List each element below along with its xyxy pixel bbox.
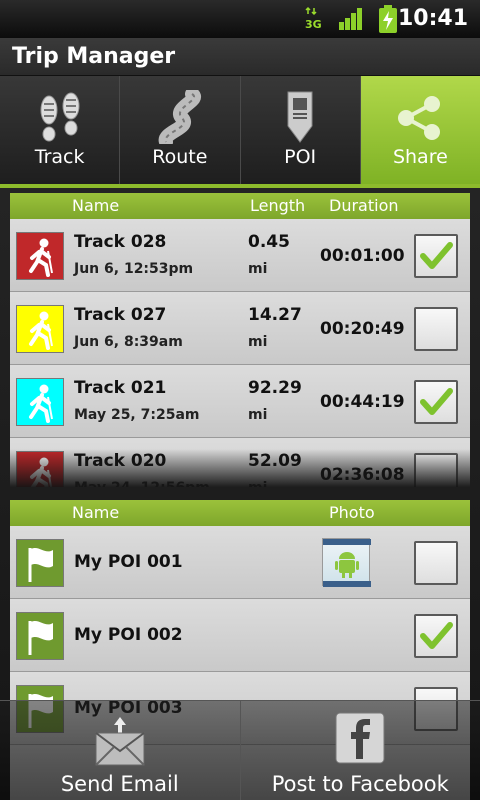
- hiker-icon: [29, 311, 53, 350]
- send-email-button[interactable]: Send Email: [0, 701, 241, 800]
- poi-flag-badge: [16, 539, 64, 587]
- track-select-checkbox[interactable]: [414, 307, 458, 351]
- tab-track[interactable]: Track: [0, 76, 121, 184]
- track-duration: 00:01:00: [320, 246, 405, 266]
- road-icon: [158, 90, 201, 144]
- tab-label: POI: [284, 146, 317, 168]
- tab-label: Track: [34, 146, 85, 168]
- action-bar: Send Email Post to Facebook: [0, 700, 480, 800]
- header-length: Length: [250, 196, 306, 215]
- track-length: 0.45: [248, 232, 290, 252]
- track-select-checkbox[interactable]: [414, 380, 458, 424]
- track-date: Jun 6, 12:53pm: [74, 261, 194, 277]
- post-to-facebook-button[interactable]: Post to Facebook: [241, 701, 480, 800]
- track-duration: 00:44:19: [320, 392, 405, 412]
- tab-poi[interactable]: POI: [240, 76, 361, 184]
- track-color-badge: [16, 305, 64, 353]
- track-length: 14.27: [248, 305, 302, 325]
- hiker-icon: [29, 384, 53, 423]
- flag-icon: [28, 621, 53, 655]
- status-time: 10:41: [397, 6, 468, 31]
- facebook-icon: [335, 712, 385, 764]
- track-length-unit: mi: [248, 334, 268, 350]
- tab-bar: Track Route POI Share: [0, 76, 480, 184]
- track-name: Track 028: [74, 232, 167, 252]
- track-select-checkbox[interactable]: [414, 234, 458, 278]
- network-3g-icon: 3G: [305, 6, 322, 31]
- poi-name: My POI 001: [74, 552, 183, 572]
- track-length-unit: mi: [248, 407, 268, 423]
- tracks-list-header: Name Length Duration: [10, 193, 470, 219]
- list-fade: [10, 449, 470, 487]
- email-icon: [95, 717, 145, 766]
- track-length-unit: mi: [248, 261, 268, 277]
- poi-photo-thumbnail[interactable]: [322, 538, 371, 587]
- header-photo: Photo: [329, 503, 375, 522]
- header-name: Name: [72, 196, 120, 215]
- header-duration: Duration: [329, 196, 399, 215]
- track-name: Track 021: [74, 378, 167, 398]
- app-title: Trip Manager: [12, 44, 176, 69]
- svg-text:3G: 3G: [305, 18, 322, 31]
- poi-select-checkbox[interactable]: [414, 541, 458, 585]
- tab-label: Route: [152, 146, 208, 168]
- track-row[interactable]: Track 028 Jun 6, 12:53pm 0.45 mi 00:01:00: [10, 219, 470, 292]
- flag-icon: [28, 548, 53, 582]
- tab-share[interactable]: Share: [360, 76, 480, 184]
- battery-charging-icon: [379, 5, 397, 33]
- track-date: May 25, 7:25am: [74, 407, 200, 423]
- poi-list-header: Name Photo: [10, 500, 470, 526]
- poi-name: My POI 002: [74, 625, 183, 645]
- checkmark-icon: [420, 622, 453, 649]
- signal-strength-icon: [339, 8, 362, 30]
- footprints-icon: [40, 92, 80, 142]
- header-name: Name: [72, 503, 120, 522]
- send-email-label: Send Email: [60, 772, 179, 796]
- track-date: Jun 6, 8:39am: [74, 334, 183, 350]
- tab-route[interactable]: Route: [120, 76, 241, 184]
- poi-flag-badge: [16, 612, 64, 660]
- poi-sign-icon: [287, 91, 313, 143]
- track-duration: 00:20:49: [320, 319, 405, 339]
- track-color-badge: [16, 232, 64, 280]
- track-length: 92.29: [248, 378, 302, 398]
- checkmark-icon: [420, 242, 453, 269]
- tab-label: Share: [392, 146, 448, 168]
- checkmark-icon: [420, 388, 453, 415]
- post-to-facebook-label: Post to Facebook: [271, 772, 449, 796]
- poi-select-checkbox[interactable]: [414, 614, 458, 658]
- hiker-icon: [29, 238, 53, 277]
- status-bar: 3G 10:41: [0, 0, 480, 38]
- poi-row[interactable]: My POI 001: [10, 526, 470, 599]
- track-color-badge: [16, 378, 64, 426]
- poi-row[interactable]: My POI 002: [10, 599, 470, 672]
- track-row[interactable]: Track 021 May 25, 7:25am 92.29 mi 00:44:19: [10, 365, 470, 438]
- track-row[interactable]: Track 027 Jun 6, 8:39am 14.27 mi 00:20:49: [10, 292, 470, 365]
- android-icon: [323, 539, 371, 587]
- tracks-list[interactable]: Track 028 Jun 6, 12:53pm 0.45 mi 00:01:00 Tra…: [10, 219, 470, 487]
- title-bar: Trip Manager: [0, 38, 480, 76]
- share-icon: [398, 96, 441, 140]
- track-name: Track 027: [74, 305, 167, 325]
